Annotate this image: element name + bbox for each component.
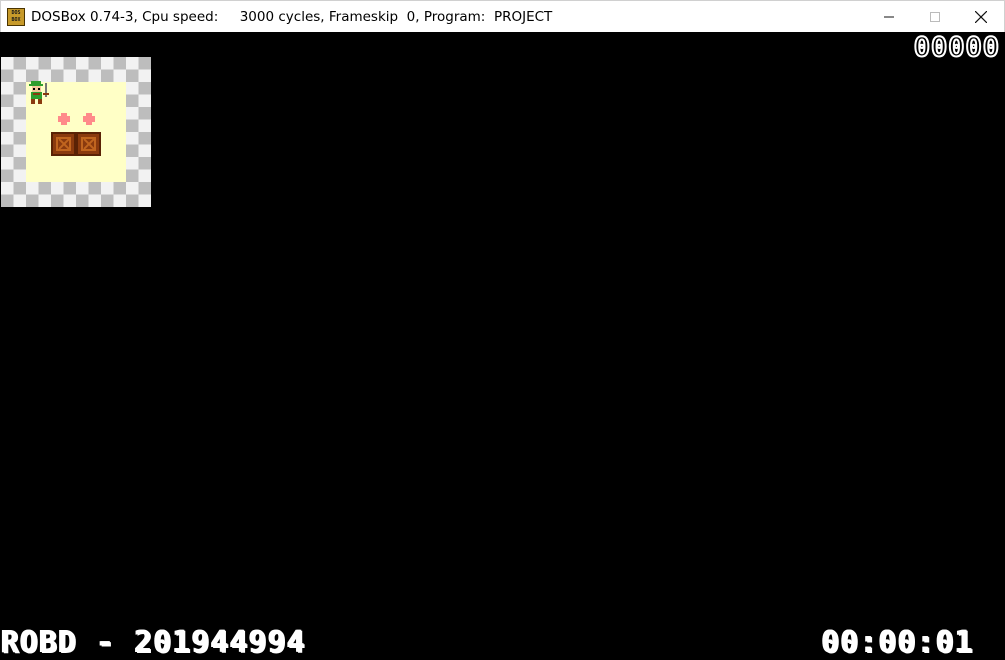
minimize-button[interactable] — [866, 1, 912, 33]
minimize-icon — [884, 16, 894, 18]
crate-box — [76, 132, 101, 156]
dosbox-icon[interactable]: DOS BOX — [7, 7, 25, 26]
game-board — [1, 57, 151, 207]
score-display: 00000 — [913, 32, 1000, 63]
maximize-icon — [930, 12, 940, 22]
close-icon — [975, 11, 987, 23]
crate-box — [51, 132, 76, 156]
close-button[interactable] — [958, 1, 1004, 33]
window-titlebar[interactable]: DOS BOX DOSBox 0.74-3, Cpu speed: 3000 c… — [0, 0, 1005, 32]
game-screen[interactable]: 00000 ROBD - 201944994 00:00:01 — [1, 32, 1004, 660]
window-title: DOSBox 0.74-3, Cpu speed: 3000 cycles, F… — [31, 8, 553, 25]
goal-marker — [58, 113, 70, 125]
window-controls — [866, 1, 1004, 33]
goal-marker — [83, 113, 95, 125]
maximize-button[interactable] — [912, 1, 958, 33]
player-info: ROBD - 201944994 — [1, 625, 306, 660]
game-timer: 00:00:01 — [821, 625, 974, 660]
player-sprite — [29, 81, 49, 104]
